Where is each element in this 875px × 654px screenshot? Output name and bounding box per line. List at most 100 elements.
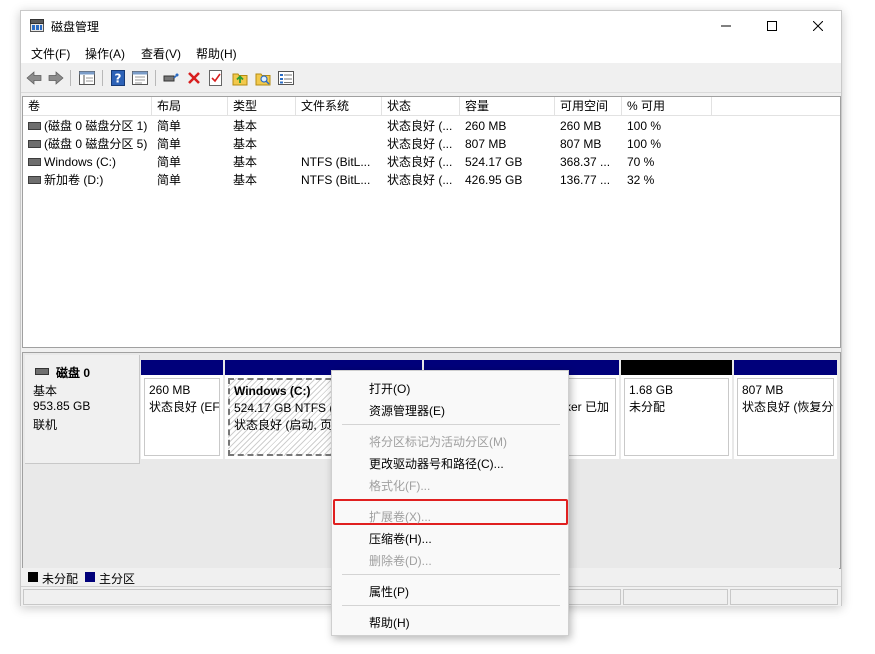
disk-name: 磁盘 0 bbox=[56, 366, 91, 380]
volume-list-header: 卷 布局 类型 文件系统 状态 容量 可用空间 % 可用 bbox=[23, 97, 840, 116]
unallocated-swatch bbox=[28, 572, 38, 582]
status-cell: 状态良好 (... bbox=[387, 137, 453, 151]
menu-item-explorer[interactable]: 资源管理器(E) bbox=[369, 402, 445, 419]
delete-icon[interactable] bbox=[185, 69, 203, 87]
status-bar-pane bbox=[730, 589, 838, 605]
table-row[interactable]: (磁盘 0 磁盘分区 1) 简单 基本 状态良好 (... 260 MB 260… bbox=[23, 117, 840, 135]
check-icon[interactable] bbox=[207, 69, 225, 87]
column-percent-free[interactable]: % 可用 bbox=[622, 97, 712, 115]
console-tree-icon[interactable] bbox=[78, 69, 96, 87]
partition-recovery[interactable]: 807 MB 状态良好 (恢复分 bbox=[734, 360, 837, 459]
column-capacity[interactable]: 容量 bbox=[460, 97, 555, 115]
capacity-cell: 807 MB bbox=[465, 137, 507, 151]
partition-efi[interactable]: 260 MB 状态良好 (EF bbox=[141, 360, 223, 459]
table-row[interactable]: 新加卷 (D:) 简单 基本 NTFS (BitL... 状态良好 (... 4… bbox=[23, 171, 840, 189]
free-space-cell: 260 MB bbox=[560, 119, 602, 133]
filesystem-cell: NTFS (BitL... bbox=[301, 173, 371, 187]
status-cell: 状态良好 (... bbox=[387, 119, 453, 133]
partition-unallocated[interactable]: 1.68 GB 未分配 bbox=[621, 360, 732, 459]
volume-name: Windows (C:) bbox=[44, 155, 117, 169]
table-row[interactable]: Windows (C:) 简单 基本 NTFS (BitL... 状态良好 (.… bbox=[23, 153, 840, 171]
layout-cell: 简单 bbox=[157, 173, 182, 187]
up-folder-icon[interactable] bbox=[231, 69, 249, 87]
maximize-button[interactable] bbox=[749, 11, 795, 41]
volume-icon bbox=[28, 139, 41, 148]
forward-icon[interactable] bbox=[47, 69, 65, 87]
menu-separator bbox=[342, 605, 560, 606]
legend-primary: 主分区 bbox=[99, 572, 136, 586]
menu-item-help[interactable]: 帮助(H) bbox=[369, 614, 410, 631]
type-cell: 基本 bbox=[233, 119, 258, 133]
menu-item-shrink-volume[interactable]: 压缩卷(H)... bbox=[369, 530, 432, 547]
unallocated-bar bbox=[621, 360, 732, 375]
menu-item-mark-active: 将分区标记为活动分区(M) bbox=[369, 435, 507, 449]
list-view-icon[interactable] bbox=[277, 69, 295, 87]
connect-drive-icon[interactable] bbox=[162, 69, 180, 87]
free-space-cell: 136.77 ... bbox=[560, 173, 611, 187]
primary-swatch bbox=[85, 572, 95, 582]
svg-text:?: ? bbox=[115, 72, 122, 86]
volume-icon bbox=[28, 175, 41, 184]
title-bar: 磁盘管理 bbox=[21, 11, 841, 41]
type-cell: 基本 bbox=[233, 137, 258, 151]
layout-cell: 简单 bbox=[157, 119, 182, 133]
type-cell: 基本 bbox=[233, 173, 258, 187]
toolbar-separator bbox=[70, 70, 71, 86]
free-space-cell: 807 MB bbox=[560, 137, 602, 151]
close-button[interactable] bbox=[795, 11, 841, 41]
help-icon[interactable]: ? bbox=[109, 69, 127, 87]
menu-separator bbox=[342, 574, 560, 575]
partition-size: 1.68 GB bbox=[629, 383, 674, 397]
toolbar-separator bbox=[155, 70, 156, 86]
search-folder-icon[interactable] bbox=[254, 69, 272, 87]
disk-icon bbox=[35, 368, 49, 375]
minimize-icon bbox=[721, 25, 731, 27]
menu-separator bbox=[342, 424, 560, 425]
back-icon[interactable] bbox=[25, 69, 43, 87]
toolbar: ? bbox=[21, 64, 841, 93]
menu-item-open[interactable]: 打开(O) bbox=[369, 380, 410, 397]
menu-action[interactable]: 操作(A) bbox=[85, 45, 125, 62]
column-volume[interactable]: 卷 bbox=[23, 97, 152, 115]
minimize-button[interactable] bbox=[703, 11, 749, 41]
disk-size: 953.85 GB bbox=[33, 399, 91, 413]
disk-management-app-icon bbox=[30, 19, 44, 32]
menu-file[interactable]: 文件(F) bbox=[31, 45, 70, 62]
layout-cell: 简单 bbox=[157, 155, 182, 169]
free-space-cell: 368.37 ... bbox=[560, 155, 611, 169]
disk-type: 基本 bbox=[33, 384, 58, 398]
percent-free-cell: 100 % bbox=[627, 119, 662, 133]
type-cell: 基本 bbox=[233, 155, 258, 169]
volume-list[interactable]: 卷 布局 类型 文件系统 状态 容量 可用空间 % 可用 (磁盘 0 磁盘分区 … bbox=[22, 96, 841, 348]
column-file-system[interactable]: 文件系统 bbox=[296, 97, 382, 115]
menu-item-properties[interactable]: 属性(P) bbox=[369, 583, 409, 600]
column-status[interactable]: 状态 bbox=[382, 97, 460, 115]
menu-view[interactable]: 查看(V) bbox=[141, 45, 181, 62]
layout-cell: 简单 bbox=[157, 137, 182, 151]
filesystem-cell bbox=[296, 135, 382, 153]
table-row[interactable]: (磁盘 0 磁盘分区 5) 简单 基本 状态良好 (... 807 MB 807… bbox=[23, 135, 840, 153]
window-title: 磁盘管理 bbox=[51, 20, 100, 34]
filesystem-cell: NTFS (BitL... bbox=[301, 155, 371, 169]
capacity-cell: 260 MB bbox=[465, 119, 507, 133]
toolbar-separator bbox=[102, 70, 103, 86]
column-layout[interactable]: 布局 bbox=[152, 97, 228, 115]
legend-unallocated: 未分配 bbox=[42, 572, 79, 586]
menu-help[interactable]: 帮助(H) bbox=[196, 45, 237, 62]
context-menu: 打开(O) 资源管理器(E) 将分区标记为活动分区(M) 更改驱动器号和路径(C… bbox=[331, 370, 569, 636]
volume-name: 新加卷 (D:) bbox=[44, 173, 104, 187]
menu-item-delete-volume: 删除卷(D)... bbox=[369, 554, 432, 568]
column-free-space[interactable]: 可用空间 bbox=[555, 97, 622, 115]
percent-free-cell: 32 % bbox=[627, 173, 655, 187]
disk-0-label[interactable]: 磁盘 0 基本 953.85 GB 联机 bbox=[25, 355, 140, 464]
column-type[interactable]: 类型 bbox=[228, 97, 296, 115]
capacity-cell: 426.95 GB bbox=[465, 173, 523, 187]
close-icon bbox=[813, 21, 823, 31]
status-bar-pane bbox=[623, 589, 728, 605]
partition-size: 260 MB bbox=[149, 383, 191, 397]
filesystem-cell bbox=[296, 117, 382, 135]
menu-bar: 文件(F) 操作(A) 查看(V) 帮助(H) bbox=[21, 41, 841, 63]
capacity-cell: 524.17 GB bbox=[465, 155, 523, 169]
properties-icon[interactable] bbox=[131, 69, 149, 87]
menu-item-change-drive-letter[interactable]: 更改驱动器号和路径(C)... bbox=[369, 455, 504, 472]
